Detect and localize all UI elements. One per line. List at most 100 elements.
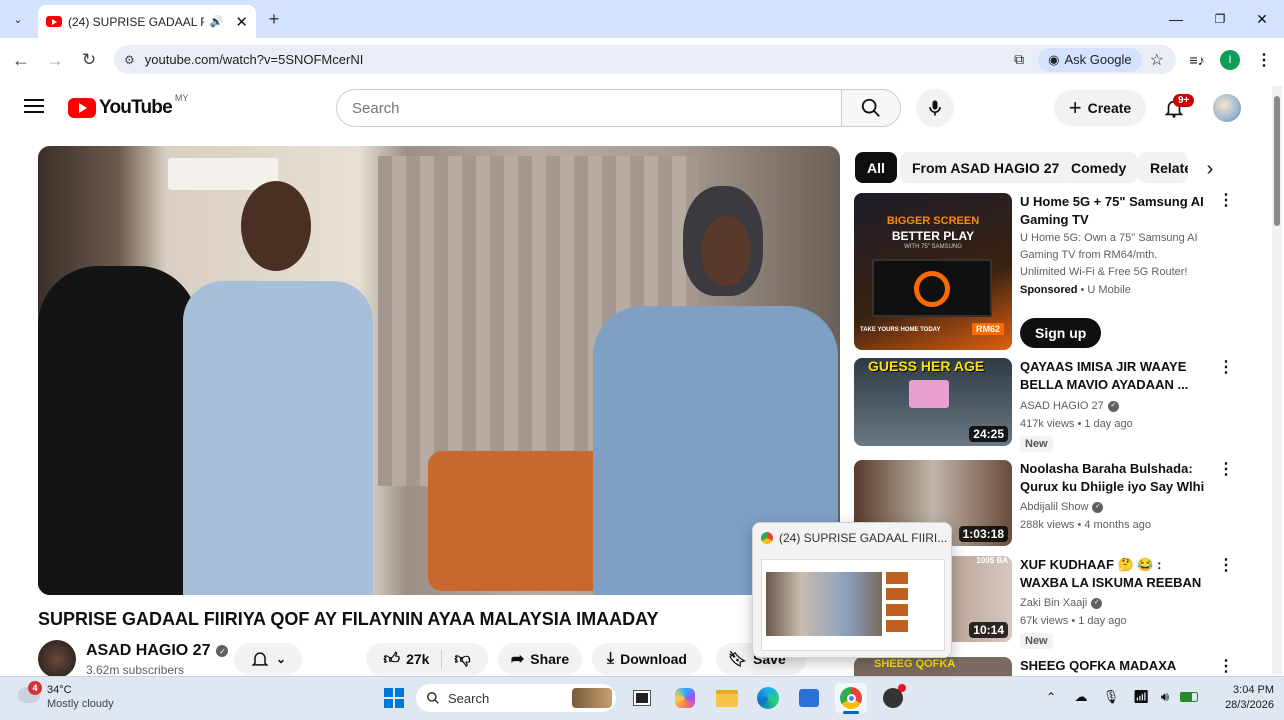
- channel-avatar[interactable]: [38, 640, 76, 678]
- chip-from-channel[interactable]: From ASAD HAGIO 27: [900, 152, 1072, 183]
- tab-title: (24) SUPRISE GADAAL FIIRIYA QOF AY FILAY…: [68, 14, 204, 29]
- duration-badge: 10:14: [969, 622, 1008, 638]
- tab-search-icon[interactable]: ⌄: [8, 9, 28, 29]
- windows-logo-icon: [384, 688, 404, 708]
- start-button[interactable]: [378, 683, 410, 713]
- onedrive-icon[interactable]: ☁: [1072, 688, 1090, 706]
- browser-tab[interactable]: (24) SUPRISE GADAAL FIIRIYA QOF AY FILAY…: [38, 5, 256, 38]
- duration-badge: 24:25: [969, 426, 1008, 442]
- back-icon[interactable]: ←: [10, 49, 32, 71]
- scrollbar-thumb[interactable]: [1274, 96, 1280, 226]
- restore-icon[interactable]: ❐: [1210, 9, 1230, 29]
- ad-thumb-price: RM62: [971, 323, 1004, 335]
- verified-icon: ✓: [216, 645, 229, 657]
- more-options-icon[interactable]: ⋮: [1218, 659, 1234, 675]
- video-player[interactable]: [38, 146, 840, 595]
- edge-icon[interactable]: [752, 683, 784, 713]
- related-meta: 67k views • 1 day ago: [1020, 615, 1127, 627]
- channel-name-row[interactable]: ASAD HAGIO 27 ✓: [86, 642, 229, 660]
- clock-time[interactable]: 3:04 PM: [1214, 684, 1274, 696]
- window-close-icon[interactable]: ✕: [1252, 9, 1272, 29]
- related-thumbnail[interactable]: GUESS HER AGE 24:25: [854, 358, 1012, 446]
- duration-badge: 1:03:18: [958, 526, 1008, 542]
- cast-icon[interactable]: ⧉: [1014, 51, 1024, 68]
- chip-all[interactable]: All: [855, 152, 897, 183]
- sponsored-ad[interactable]: BIGGER SCREEN BETTER PLAY WITH 75" SAMSU…: [854, 193, 1234, 353]
- volume-icon[interactable]: 🔊︎: [1156, 688, 1174, 706]
- related-title[interactable]: XUF KUDHAAF 🤔 😂 : WAXBA LA ISKUMA REEBAN…: [1020, 556, 1210, 592]
- profile-avatar[interactable]: I: [1220, 50, 1240, 70]
- chrome-icon: [840, 687, 862, 709]
- forward-icon[interactable]: →: [44, 49, 66, 71]
- bookmark-star-icon[interactable]: ☆: [1150, 50, 1164, 70]
- weather-desc[interactable]: Mostly cloudy: [47, 698, 114, 710]
- chrome-taskbar-icon[interactable]: [835, 683, 867, 713]
- wifi-icon[interactable]: 📶︎: [1132, 688, 1150, 706]
- youtube-favicon-icon: [46, 16, 62, 27]
- voice-search-button[interactable]: [916, 89, 954, 127]
- share-button[interactable]: ➦ Share: [498, 643, 582, 675]
- speaker-icon[interactable]: 🔊: [210, 15, 224, 28]
- store-icon[interactable]: [793, 683, 825, 713]
- browser-menu-icon[interactable]: ⋮: [1256, 49, 1272, 71]
- bell-icon: [251, 652, 269, 666]
- more-options-icon[interactable]: ⋮: [1218, 462, 1234, 478]
- related-video-4[interactable]: SHEEG QOFKA SHEEG QOFKA MADAXA KUGU ⋮: [854, 657, 1234, 676]
- related-title[interactable]: SHEEG QOFKA MADAXA KUGU: [1020, 657, 1210, 676]
- taskbar-window-preview[interactable]: (24) SUPRISE GADAAL FIIRI...: [752, 522, 952, 658]
- new-badge: New: [1020, 633, 1053, 649]
- tab-close-icon[interactable]: ✕: [235, 13, 248, 31]
- like-button[interactable]: 👍︎ 27k: [383, 649, 443, 669]
- file-explorer-icon[interactable]: [711, 683, 743, 713]
- search-highlight-image: [572, 688, 612, 708]
- thumb-overlay-text: 100$ BA: [976, 556, 1008, 565]
- search-button[interactable]: [841, 89, 901, 127]
- more-options-icon[interactable]: ⋮: [1218, 360, 1234, 376]
- media-controls-icon[interactable]: ≡♪: [1186, 49, 1208, 71]
- related-meta: 288k views • 4 months ago: [1020, 519, 1152, 531]
- related-channel-row: ASAD HAGIO 27 ✓: [1020, 397, 1119, 415]
- chevron-right-icon[interactable]: ›: [1196, 155, 1224, 183]
- youtube-logo[interactable]: YouTube MY: [68, 93, 188, 119]
- dislike-button[interactable]: 👎︎: [442, 650, 470, 669]
- new-tab-icon[interactable]: +: [264, 9, 284, 29]
- related-thumbnail[interactable]: SHEEG QOFKA: [854, 657, 1012, 676]
- bookmark-icon: 🔖︎: [728, 651, 748, 668]
- related-title[interactable]: Noolasha Baraha Bulshada: Qurux ku Dhiig…: [1020, 460, 1210, 496]
- search-input[interactable]: Search: [336, 89, 842, 127]
- search-icon: [427, 692, 439, 704]
- ad-more-icon[interactable]: ⋮: [1218, 193, 1234, 209]
- related-video-1[interactable]: GUESS HER AGE 24:25 QAYAAS IMISA JIR WAA…: [854, 358, 1234, 452]
- sign-up-button[interactable]: Sign up: [1020, 318, 1102, 348]
- lens-icon: ◉: [1048, 51, 1060, 67]
- account-avatar[interactable]: [1213, 94, 1241, 122]
- site-info-icon[interactable]: ⚙: [124, 53, 135, 67]
- battery-icon[interactable]: [1178, 688, 1200, 706]
- taskbar-search[interactable]: Search: [416, 684, 616, 712]
- chip-comedy[interactable]: Comedy: [1059, 152, 1139, 183]
- reload-icon[interactable]: ↻: [78, 49, 100, 71]
- channel-name: ASAD HAGIO 27: [86, 642, 211, 659]
- address-bar[interactable]: ⚙ youtube.com/watch?v=5SNOFMcerNI ⧉ ◉ Ask…: [114, 45, 1176, 74]
- ask-google-button[interactable]: ◉ Ask Google: [1038, 47, 1142, 72]
- create-button[interactable]: + Create: [1054, 90, 1146, 126]
- copilot-icon[interactable]: [669, 683, 701, 713]
- related-title[interactable]: QAYAAS IMISA JIR WAAYE BELLA MAVIO AYADA…: [1020, 358, 1210, 394]
- hamburger-menu-icon[interactable]: [24, 99, 44, 115]
- chip-related[interactable]: Related: [1138, 152, 1188, 183]
- thumbs-down-icon: 👎︎: [454, 650, 471, 668]
- page-scrollbar[interactable]: [1272, 86, 1282, 674]
- show-hidden-icons-icon[interactable]: ⌃: [1042, 688, 1060, 706]
- task-view-icon[interactable]: [626, 683, 658, 713]
- microphone-tray-icon[interactable]: 🎙︎: [1102, 688, 1120, 706]
- ad-thumbnail[interactable]: BIGGER SCREEN BETTER PLAY WITH 75" SAMSU…: [854, 193, 1012, 350]
- share-icon: ➦: [510, 651, 525, 668]
- weather-temp[interactable]: 34°C: [47, 684, 72, 696]
- more-options-icon[interactable]: ⋮: [1218, 558, 1234, 574]
- verified-icon: ✓: [1092, 501, 1104, 513]
- download-button[interactable]: ⤓ Download: [592, 643, 702, 675]
- subscribed-bell-button[interactable]: ⌄: [234, 643, 302, 675]
- minimize-icon[interactable]: —: [1166, 9, 1186, 29]
- ad-title[interactable]: U Home 5G + 75" Samsung AI Gaming TV: [1020, 193, 1210, 229]
- clock-date[interactable]: 28/3/2026: [1204, 699, 1274, 711]
